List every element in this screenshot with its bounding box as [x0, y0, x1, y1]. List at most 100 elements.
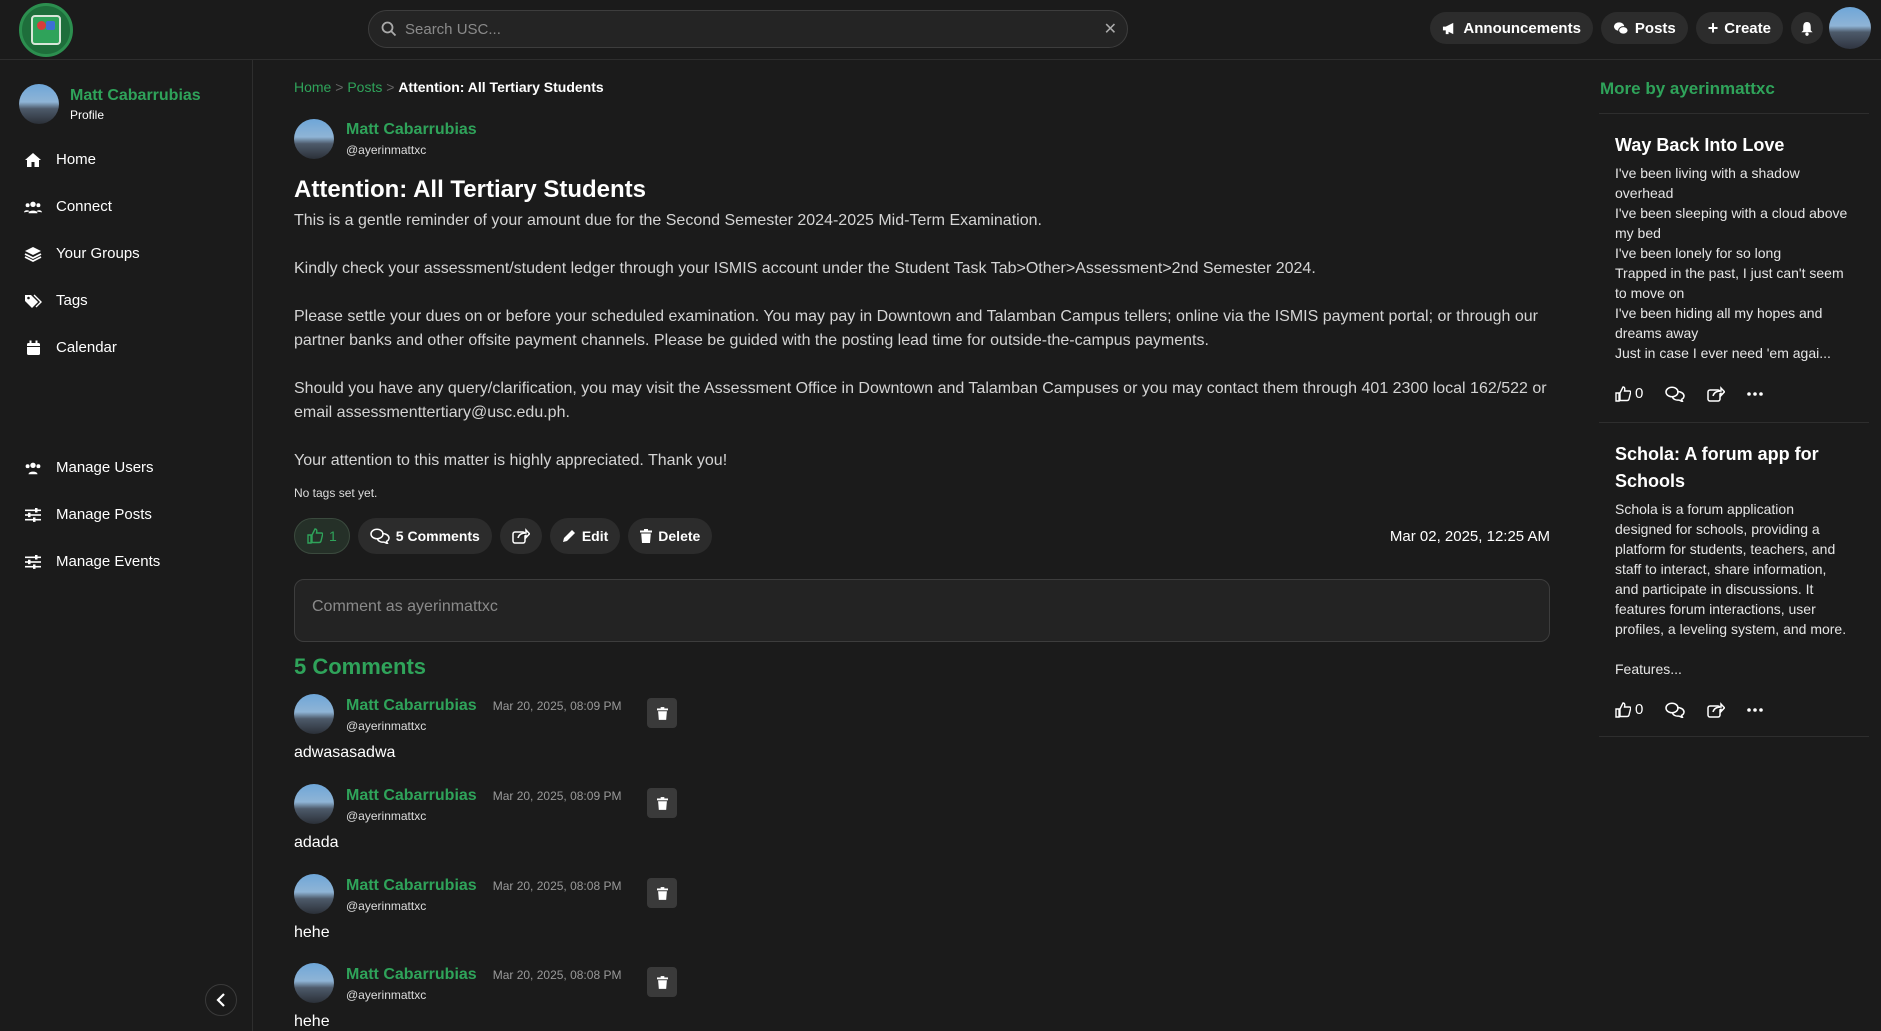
delete-label: Delete — [658, 528, 701, 544]
post-author[interactable]: Matt Cabarrubias @ayerinmattxc — [294, 119, 477, 159]
trash-icon — [656, 886, 668, 900]
excerpt-line: I've been living with a shadow overhead — [1615, 165, 1800, 201]
comment-handle: @ayerinmattxc — [346, 809, 427, 823]
comment-button[interactable] — [1665, 701, 1686, 718]
more-options-button[interactable] — [1747, 707, 1764, 712]
ellipsis-icon — [1747, 707, 1764, 712]
sidebar-item-manage-events[interactable]: Manage Events — [24, 538, 160, 585]
related-post-title[interactable]: Schola: A forum app for Schools — [1615, 441, 1853, 495]
create-button[interactable]: + Create — [1695, 12, 1783, 44]
like-button[interactable]: 0 — [1615, 701, 1643, 718]
sidebar-item-calendar[interactable]: Calendar — [24, 324, 140, 371]
calendar-icon — [24, 339, 42, 357]
sidebar-profile[interactable]: Matt Cabarrubias Profile — [19, 84, 201, 124]
delete-comment-button[interactable] — [647, 967, 678, 997]
main-nav: Home Connect Your Groups Tags Calendar — [24, 136, 140, 371]
breadcrumb-home[interactable]: Home — [294, 79, 331, 95]
comment-item: Matt Cabarrubias @ayerinmattxc Mar 20, 2… — [294, 963, 894, 1031]
edit-label: Edit — [581, 528, 609, 544]
admin-nav: Manage Users Manage Posts Manage Events — [24, 444, 160, 585]
chat-icon — [370, 528, 390, 544]
chat-icon — [1665, 701, 1686, 718]
share-button[interactable] — [499, 518, 542, 554]
profile-name: Matt Cabarrubias — [70, 86, 201, 104]
search-bar[interactable]: ✕ — [368, 10, 1128, 48]
excerpt-line: I've been lonely for so long — [1615, 245, 1782, 261]
trash-icon — [656, 796, 668, 810]
comments-label: 5 Comments — [395, 528, 480, 544]
delete-comment-button[interactable] — [647, 698, 678, 728]
comment-text: hehe — [294, 1013, 330, 1030]
clear-search-icon[interactable]: ✕ — [1104, 19, 1117, 39]
user-avatar[interactable] — [1829, 7, 1871, 49]
posts-label: Posts — [1634, 19, 1676, 37]
announcements-button[interactable]: Announcements — [1430, 12, 1593, 44]
related-post-title[interactable]: Way Back Into Love — [1615, 132, 1853, 159]
comment-input-box[interactable] — [294, 579, 1550, 642]
comment-handle: @ayerinmattxc — [346, 988, 427, 1002]
edit-button[interactable]: Edit — [549, 518, 621, 554]
breadcrumb-separator: > — [335, 79, 344, 95]
users-icon — [24, 459, 42, 477]
sidebar-item-manage-users[interactable]: Manage Users — [24, 444, 160, 491]
trash-icon — [656, 706, 668, 720]
sidebar-item-tags[interactable]: Tags — [24, 277, 140, 324]
sidebar-item-your-groups[interactable]: Your Groups — [24, 230, 140, 277]
comment-author[interactable]: Matt Cabarrubias — [346, 787, 477, 805]
sidebar-item-connect[interactable]: Connect — [24, 183, 140, 230]
author-name[interactable]: Matt Cabarrubias — [346, 121, 477, 139]
like-button[interactable]: 0 — [1615, 385, 1643, 402]
delete-comment-button[interactable] — [647, 878, 678, 908]
thumbs-up-icon — [1615, 385, 1631, 402]
share-button[interactable] — [1707, 701, 1726, 718]
usc-logo[interactable] — [19, 3, 73, 57]
sidebar-item-label: Calendar — [56, 339, 117, 356]
related-post-card[interactable]: Schola: A forum app for Schools Schola i… — [1599, 422, 1869, 737]
sidebar-item-label: Manage Events — [56, 553, 161, 570]
comment-author[interactable]: Matt Cabarrubias — [346, 877, 477, 895]
sidebar-item-home[interactable]: Home — [24, 136, 140, 183]
excerpt-line: I've been sleeping with a cloud above my… — [1615, 205, 1848, 241]
notifications-button[interactable] — [1791, 12, 1823, 44]
announcements-label: Announcements — [1463, 19, 1581, 37]
comments-button[interactable]: 5 Comments — [357, 518, 492, 554]
share-button[interactable] — [1707, 385, 1726, 402]
author-handle: @ayerinmattxc — [346, 143, 427, 157]
comment-author[interactable]: Matt Cabarrubias — [346, 966, 477, 984]
comment-button[interactable] — [1665, 385, 1686, 402]
bell-icon — [1801, 21, 1813, 36]
excerpt-line: Schola is a forum application designed f… — [1615, 501, 1847, 637]
avatar[interactable] — [294, 694, 334, 734]
comment-item: Matt Cabarrubias @ayerinmattxc Mar 20, 2… — [294, 874, 894, 942]
like-button[interactable]: 1 — [294, 518, 350, 554]
sidebar-item-label: Tags — [56, 292, 88, 309]
sliders-icon — [24, 506, 42, 524]
comment-input[interactable] — [312, 598, 1532, 623]
breadcrumb-posts[interactable]: Posts — [347, 79, 382, 95]
comment-handle: @ayerinmattxc — [346, 899, 427, 913]
excerpt-line: Trapped in the past, I just can't seem t… — [1615, 265, 1844, 301]
comment-author[interactable]: Matt Cabarrubias — [346, 697, 477, 715]
post-paragraph: Should you have any query/clarification,… — [294, 380, 1547, 421]
chevron-left-icon — [216, 993, 225, 1007]
more-options-button[interactable] — [1747, 391, 1764, 396]
avatar[interactable] — [294, 784, 334, 824]
comment-text: adada — [294, 834, 339, 851]
search-input[interactable] — [405, 20, 1104, 38]
collapse-sidebar-button[interactable] — [205, 984, 237, 1016]
comment-date: Mar 20, 2025, 08:08 PM — [492, 968, 622, 982]
breadcrumb-current: Attention: All Tertiary Students — [398, 79, 604, 95]
comment-item: Matt Cabarrubias @ayerinmattxc Mar 20, 2… — [294, 784, 894, 852]
sidebar-item-manage-posts[interactable]: Manage Posts — [24, 491, 160, 538]
delete-button[interactable]: Delete — [628, 518, 713, 554]
share-icon — [1707, 385, 1726, 402]
share-icon — [512, 528, 530, 544]
avatar[interactable] — [294, 874, 334, 914]
avatar[interactable] — [294, 963, 334, 1003]
comment-text: hehe — [294, 924, 330, 941]
card-actions: 0 — [1615, 385, 1853, 402]
posts-button[interactable]: Posts — [1600, 12, 1688, 44]
comment-text: adwasasadwa — [294, 744, 396, 761]
related-post-card[interactable]: Way Back Into Love I've been living with… — [1599, 113, 1869, 420]
delete-comment-button[interactable] — [647, 788, 678, 818]
